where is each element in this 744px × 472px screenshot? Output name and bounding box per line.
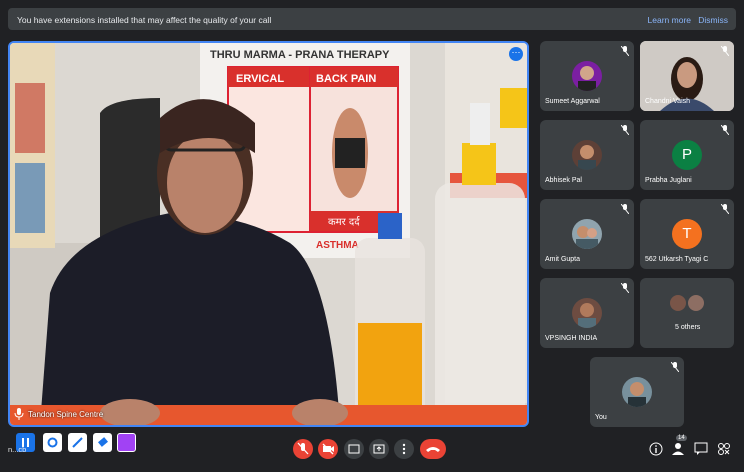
extensions-banner: You have extensions installed that may a… — [8, 8, 736, 30]
participant-name: You — [595, 414, 607, 421]
banner-message: You have extensions installed that may a… — [17, 15, 272, 25]
activities-icon[interactable] — [716, 441, 732, 457]
info-icon[interactable] — [648, 441, 664, 457]
participant-name: Prabha Juglani — [645, 177, 692, 184]
camera-off-button[interactable] — [318, 439, 338, 459]
mic-off-icon — [721, 46, 729, 56]
avatar — [572, 140, 602, 170]
participant-tile-sumeet[interactable]: Sumeet Aggarwal — [540, 41, 634, 111]
others-count: 5 others — [675, 324, 701, 331]
main-speaker-name: Tandon Spine Centre — [28, 410, 104, 419]
learn-more-link[interactable]: Learn more — [648, 15, 691, 25]
tile-more-button[interactable]: ⋯ — [509, 47, 523, 61]
chat-icon[interactable] — [693, 441, 709, 457]
avatar-letter: T — [672, 219, 702, 249]
main-speaker-tile[interactable]: THRU MARMA - PRANA THERAPY ERVICAL BACK … — [8, 41, 529, 427]
avatar — [572, 61, 602, 91]
poster-title: THRU MARMA - PRANA THERAPY — [210, 49, 390, 61]
end-call-button[interactable] — [420, 439, 446, 459]
speaker-video: THRU MARMA - PRANA THERAPY ERVICAL BACK … — [10, 43, 527, 425]
self-tile[interactable]: You — [590, 357, 684, 427]
mic-active-icon — [14, 408, 24, 420]
poster-bottom-text: ASTHMA — [316, 240, 359, 251]
avatar-letter: P — [672, 140, 702, 170]
more-options-button[interactable] — [394, 439, 414, 459]
participant-name: Sumeet Aggarwal — [545, 98, 600, 105]
mic-off-icon — [621, 46, 629, 56]
avatar — [670, 295, 686, 311]
gear-icon[interactable] — [43, 433, 62, 452]
participant-tile-vpsingh[interactable]: VPSINGH INDIA — [540, 278, 634, 348]
participant-tile-prabha[interactable]: P Prabha Juglani — [640, 120, 734, 190]
avatar — [572, 219, 602, 249]
self-name: n...cb — [8, 445, 27, 454]
poster-hindi-text: कमर दर्द — [328, 216, 360, 228]
mic-off-icon — [721, 125, 729, 135]
mic-off-icon — [671, 362, 679, 372]
participant-name: VPSINGH INDIA — [545, 335, 598, 342]
mic-off-icon — [621, 204, 629, 214]
people-count-badge: 14 — [676, 435, 687, 441]
poster-right-title: BACK PAIN — [316, 73, 376, 85]
participant-tile-utkarsh[interactable]: T 562 Utkarsh Tyagi C — [640, 199, 734, 269]
mic-off-button[interactable] — [293, 439, 313, 459]
dismiss-button[interactable]: Dismiss — [698, 15, 728, 25]
participant-name: 562 Utkarsh Tyagi C — [645, 256, 709, 263]
eraser-icon[interactable] — [93, 433, 112, 452]
mic-off-icon — [621, 283, 629, 293]
poster-left-title: ERVICAL — [236, 73, 284, 85]
people-icon[interactable] — [670, 441, 686, 457]
mic-off-icon — [721, 204, 729, 214]
present-button[interactable] — [369, 439, 389, 459]
participant-tile-abhisek[interactable]: Abhisek Pal — [540, 120, 634, 190]
mic-off-icon — [621, 125, 629, 135]
participant-name: Abhisek Pal — [545, 177, 582, 184]
participant-name: Amit Gupta — [545, 256, 581, 263]
participant-tile-amit[interactable]: Amit Gupta — [540, 199, 634, 269]
captions-button[interactable] — [344, 439, 364, 459]
pencil-icon[interactable] — [68, 433, 87, 452]
participant-tile-chandni[interactable]: Chandni Vaish — [640, 41, 734, 111]
avatar — [622, 377, 652, 407]
others-tile[interactable]: 5 others — [640, 278, 734, 348]
color-swatch-button[interactable] — [117, 433, 136, 452]
avatar — [688, 295, 704, 311]
avatar — [572, 298, 602, 328]
participant-name: Chandni Vaish — [645, 98, 691, 105]
